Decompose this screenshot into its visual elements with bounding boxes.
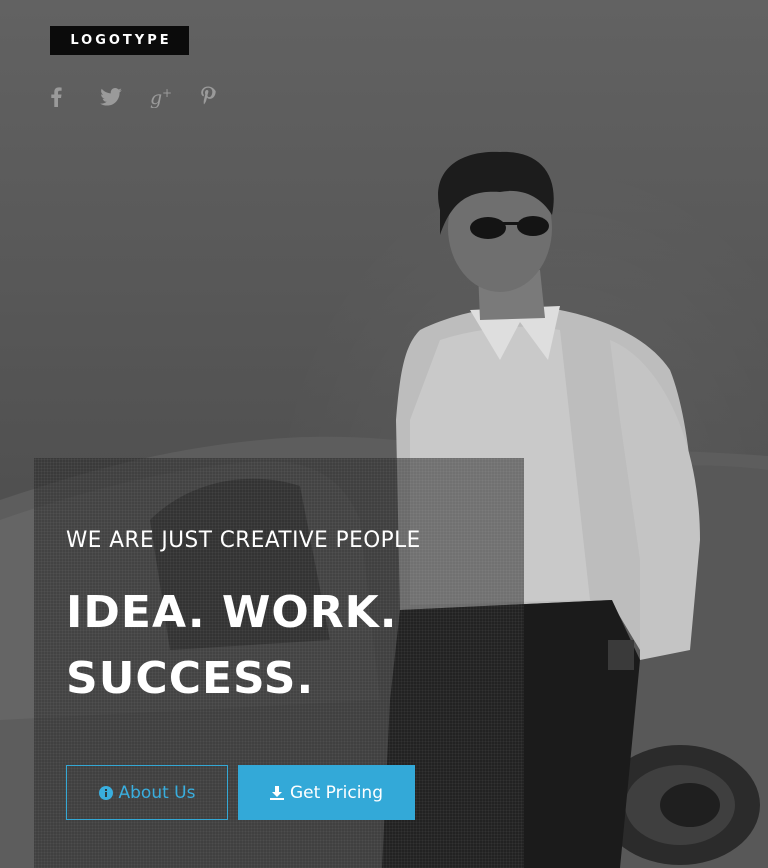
svg-text:g: g — [150, 87, 162, 108]
hero-section: LOGOTYPE g + WE ARE JUST CREATIVE PEOPLE… — [0, 0, 768, 868]
google-plus-icon[interactable]: g + — [150, 84, 200, 110]
get-pricing-button[interactable]: Get Pricing — [238, 765, 415, 820]
about-us-label: About Us — [118, 782, 196, 803]
hero-headline: IDEA. WORK. SUCCESS. — [66, 580, 397, 712]
hero-tagline: WE ARE JUST CREATIVE PEOPLE — [66, 528, 421, 553]
facebook-icon[interactable] — [50, 84, 100, 110]
svg-text:+: + — [162, 86, 172, 100]
social-links: g + — [50, 84, 250, 110]
hero-headline-line-1: IDEA. WORK. — [66, 587, 398, 638]
download-icon — [269, 785, 284, 800]
pinterest-icon[interactable] — [200, 84, 250, 110]
hero-headline-line-2: SUCCESS. — [66, 653, 315, 704]
twitter-icon[interactable] — [100, 84, 150, 110]
logo[interactable]: LOGOTYPE — [50, 26, 189, 55]
info-icon — [98, 785, 113, 800]
about-us-button[interactable]: About Us — [66, 765, 228, 820]
get-pricing-label: Get Pricing — [289, 782, 383, 803]
